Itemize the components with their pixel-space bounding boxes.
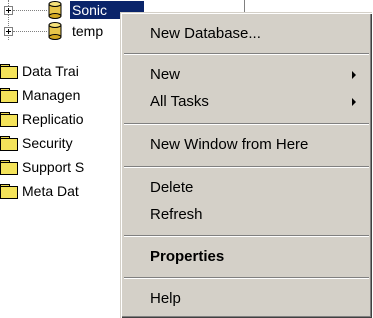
folder-icon xyxy=(0,160,18,175)
tree-node-label[interactable]: Replicatio xyxy=(22,109,83,129)
tree-connector xyxy=(13,31,47,33)
folder-icon xyxy=(0,64,18,79)
menu-item-new-database[interactable]: New Database... xyxy=(121,22,372,46)
folder-icon xyxy=(0,88,18,103)
menu-item-label: Delete xyxy=(150,179,194,196)
expand-icon[interactable] xyxy=(4,27,13,36)
submenu-arrow-icon xyxy=(352,98,356,106)
menu-separator xyxy=(124,277,369,279)
menu-item-label: Refresh xyxy=(150,206,203,223)
menu-separator xyxy=(124,235,369,237)
tree-node-label[interactable]: Support S xyxy=(22,157,84,177)
menu-separator xyxy=(124,53,369,55)
context-menu: New Database... New All Tasks New Window… xyxy=(120,12,372,318)
menu-separator xyxy=(124,123,369,125)
menu-separator xyxy=(124,166,369,168)
menu-item-label: New Database... xyxy=(150,25,261,42)
tree-connector xyxy=(13,10,47,12)
folder-icon xyxy=(0,136,18,151)
menu-item-all-tasks[interactable]: All Tasks xyxy=(121,90,372,114)
expand-icon[interactable] xyxy=(4,6,13,15)
menu-item-refresh[interactable]: Refresh xyxy=(121,203,372,227)
menu-item-delete[interactable]: Delete xyxy=(121,176,372,200)
menu-item-help[interactable]: Help xyxy=(121,287,372,311)
submenu-arrow-icon xyxy=(352,71,356,79)
menu-item-label: Help xyxy=(150,290,181,307)
database-icon xyxy=(48,1,62,19)
menu-item-properties[interactable]: Properties xyxy=(121,245,372,269)
menu-item-new[interactable]: New xyxy=(121,63,372,87)
database-icon xyxy=(48,22,62,40)
tree-node-label[interactable]: Data Trai xyxy=(22,61,79,81)
menu-item-label: All Tasks xyxy=(150,93,209,110)
tree-node-label[interactable]: temp xyxy=(72,22,103,40)
tree-node-label[interactable]: Meta Dat xyxy=(22,181,79,201)
menu-item-label: New Window from Here xyxy=(150,136,309,153)
tree-node-label[interactable]: Managen xyxy=(22,85,80,105)
menu-item-new-window[interactable]: New Window from Here xyxy=(121,133,372,157)
folder-icon xyxy=(0,112,18,127)
tree-node-label[interactable]: Security xyxy=(22,133,73,153)
menu-item-label: Properties xyxy=(150,248,225,265)
menu-item-label: New xyxy=(150,66,181,83)
folder-icon xyxy=(0,184,18,199)
